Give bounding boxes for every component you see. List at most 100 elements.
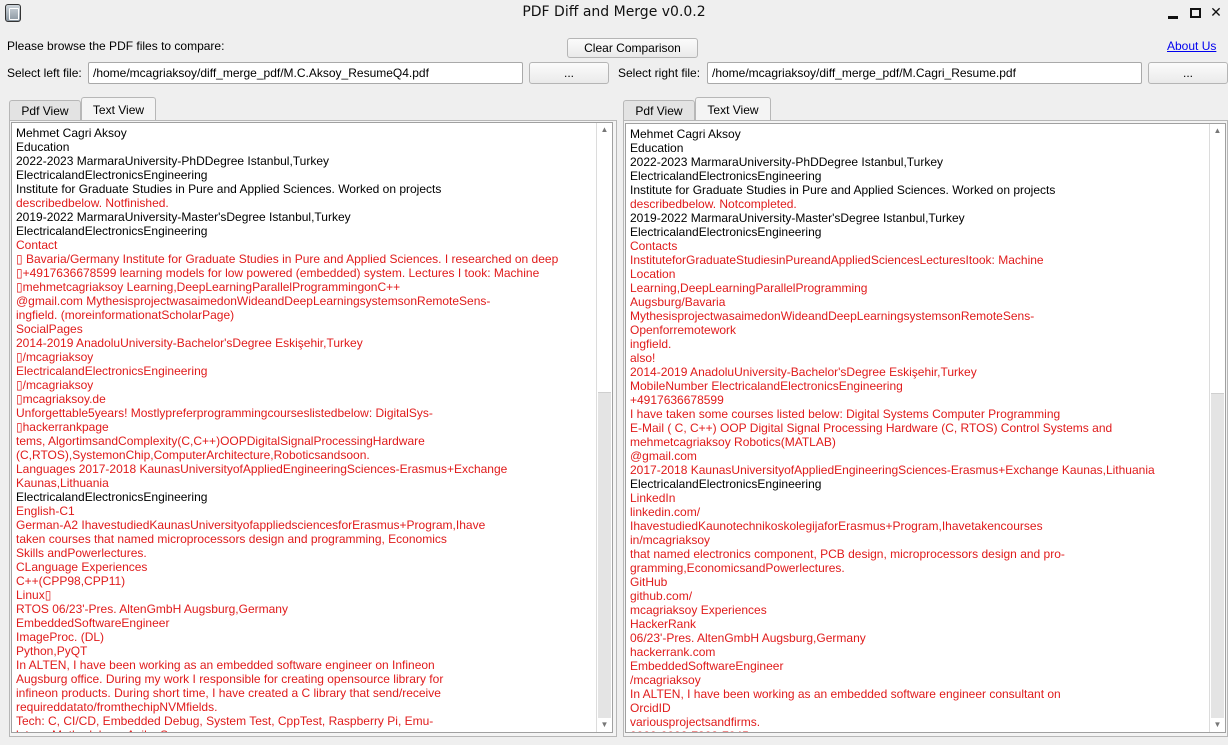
text-line: Mehmet Cagri Aksoy [16,126,127,140]
diff-line: 0000-0002-7303-7045 [630,729,1209,732]
diff-line: variousprojectsandfirms. [630,715,761,729]
right-scrollbar-track[interactable] [1211,138,1224,718]
diff-line: Contacts [630,239,678,253]
diff-line: describedbelow. Notfinished. [16,196,169,210]
diff-line: ▯hackerrankpage [16,420,109,434]
diff-line: linkedin.com/ [630,505,701,519]
minimize-button[interactable] [1164,4,1182,22]
text-line: ElectricalandElectronicsEngineering [630,225,822,239]
left-tab-text-view[interactable]: Text View [81,97,156,121]
right-browse-button[interactable]: ... [1148,62,1228,84]
text-line: Education [630,141,684,155]
diff-line: GitHub [630,575,668,589]
diff-line: E-Mail ( C, C++) OOP Digital Signal Proc… [630,421,1113,435]
text-line: ElectricalandElectronicsEngineering [630,169,822,183]
left-text-content[interactable]: Mehmet Cagri Aksoy Education 2022-2023 Mar… [12,123,596,732]
diff-line: MythesisprojectwasaimedonWideandDeepLear… [630,309,1035,323]
text-line: Institute for Graduate Studies in Pure a… [630,183,1056,197]
right-scrollbar[interactable]: ▲ ▼ [1209,124,1225,732]
left-file-path-input[interactable] [88,62,523,84]
diff-line: I have taken some courses listed below: … [630,407,1061,421]
right-tab-bar: Pdf View Text View [623,97,823,121]
diff-line: tems, AlgortimsandComplexity(C,C++)OOPDi… [16,434,425,448]
diff-line: ▯/mcagriaksoy [16,350,94,364]
diff-line: 2014-2019 AnadoluUniversity-Bachelor'sDe… [16,336,363,350]
clear-comparison-button[interactable]: Clear Comparison [567,38,698,58]
diff-line: ImageProc. (DL) [16,630,105,644]
diff-line: @gmail.com [630,449,697,463]
left-browse-button[interactable]: ... [529,62,609,84]
right-text-content[interactable]: Mehmet Cagri Aksoy Education 2022-2023 Mar… [626,124,1209,732]
left-scrollbar-track[interactable] [598,137,611,718]
diff-line: @gmail.com MythesisprojectwasaimedonWide… [16,294,491,308]
diff-line: MobileNumber ElectricalandElectronicsEng… [630,379,903,393]
text-line: ElectricalandElectronicsEngineering [16,224,208,238]
diff-line: ▯ Bavaria/Germany Institute for Graduate… [16,252,559,266]
diff-line: requireddatato/fromthechipNVMfields. [16,700,218,714]
diff-line: 2014-2019 AnadoluUniversity-Bachelor'sDe… [630,365,977,379]
scroll-down-arrow-icon[interactable]: ▼ [597,718,612,732]
maximize-button[interactable] [1186,4,1204,22]
diff-line: OrcidID [630,701,671,715]
diff-line: lators, Methodology: Agile, Scrum [16,728,596,732]
diff-line: RTOS 06/23'-Pres. AltenGmbH Augsburg,Ger… [16,602,288,616]
right-scrollbar-trough[interactable] [1211,394,1224,718]
text-line: 2022-2023 MarmaraUniversity-PhDDegree Is… [16,154,330,168]
diff-line: taken courses that named microprocessors… [16,532,447,546]
diff-line: mcagriaksoy Experiences [630,603,767,617]
diff-line: Languages 2017-2018 KaunasUniversityofAp… [16,462,508,476]
title-bar: PDF Diff and Merge v0.0.2 ✕ [0,0,1228,28]
diff-line: that named electronics component, PCB de… [630,547,1065,561]
diff-line: ingfield. [630,337,672,351]
left-text-view: Mehmet Cagri Aksoy Education 2022-2023 Mar… [11,122,613,733]
left-scrollbar[interactable]: ▲ ▼ [596,123,612,732]
right-scrollbar-thumb[interactable] [1211,138,1224,394]
scroll-down-arrow-icon[interactable]: ▼ [1210,718,1225,732]
diff-line: EmbeddedSoftwareEngineer [630,659,784,673]
text-line: 2019-2022 MarmaraUniversity-Master'sDegr… [16,210,351,224]
window-title: PDF Diff and Merge v0.0.2 [522,4,706,20]
diff-line: Location [630,267,676,281]
text-line: ElectricalandElectronicsEngineering [16,490,208,504]
diff-line: ElectricalandElectronicsEngineering [16,364,208,378]
text-line: Mehmet Cagri Aksoy [630,127,741,141]
left-scrollbar-trough[interactable] [598,393,611,718]
scroll-up-arrow-icon[interactable]: ▲ [597,123,612,137]
diff-line: IhavestudiedKaunotechnikoskolegijaforEra… [630,519,1043,533]
diff-line: ingfield. (moreinformationatScholarPage) [16,308,235,322]
left-scrollbar-thumb[interactable] [598,137,611,393]
diff-line: describedbelow. Notcompleted. [630,197,797,211]
left-file-label: Select left file: [7,66,82,80]
diff-line: Kaunas,Lithuania [16,476,109,490]
diff-line: ▯+4917636678599 learning models for low … [16,266,540,280]
diff-line: github.com/ [630,589,693,603]
close-icon: ✕ [1210,5,1222,21]
diff-line: infineon products. During short time, I … [16,686,441,700]
close-button[interactable]: ✕ [1207,4,1225,22]
diff-line: Openforremotework [630,323,737,337]
diff-line: In ALTEN, I have been working as an embe… [16,658,435,672]
diff-line: HackerRank [630,617,697,631]
diff-line: Learning,DeepLearningParallelProgramming [630,281,868,295]
diff-line: InstituteforGraduateStudiesinPureandAppl… [630,253,1044,267]
right-file-label: Select right file: [618,66,701,80]
left-tab-bar: Pdf View Text View [9,97,209,121]
right-file-path-input[interactable] [707,62,1142,84]
instruction-label: Please browse the PDF files to compare: [7,39,225,53]
text-line: 2019-2022 MarmaraUniversity-Master'sDegr… [630,211,965,225]
diff-line: LinkedIn [630,491,676,505]
scroll-up-arrow-icon[interactable]: ▲ [1210,124,1225,138]
diff-line: ▯/mcagriaksoy [16,378,94,392]
diff-line: EmbeddedSoftwareEngineer [16,616,170,630]
right-tab-text-view[interactable]: Text View [695,97,771,121]
left-tab-pdf-view[interactable]: Pdf View [9,100,81,121]
diff-line: gramming,EconomicsandPowerlectures. [630,561,845,575]
diff-line: Unforgettable5years! Mostlypreferprogram… [16,406,433,420]
right-tab-pdf-view[interactable]: Pdf View [623,100,695,121]
diff-line: 06/23'-Pres. AltenGmbH Augsburg,Germany [630,631,866,645]
text-line: Institute for Graduate Studies in Pure a… [16,182,442,196]
text-line: ElectricalandElectronicsEngineering [16,168,208,182]
diff-line: (C,RTOS),SystemonChip,ComputerArchitectu… [16,448,370,462]
about-us-link[interactable]: About Us [1167,39,1216,53]
diff-line: hackerrank.com [630,645,716,659]
